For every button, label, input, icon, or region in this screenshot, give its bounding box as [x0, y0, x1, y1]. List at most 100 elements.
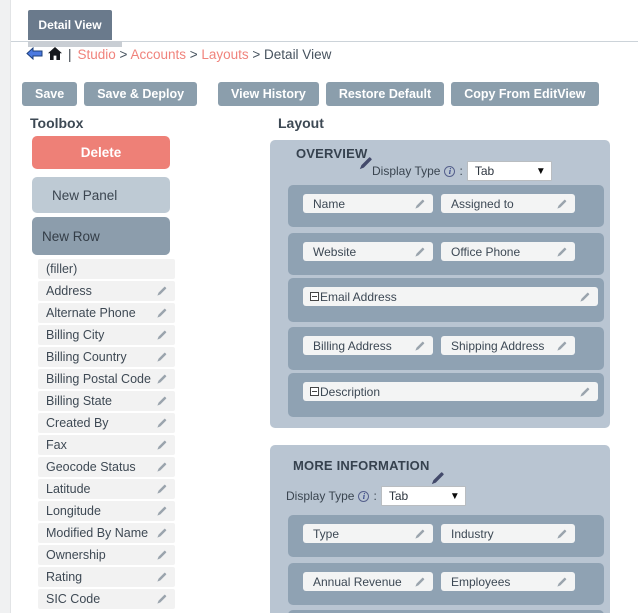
- display-type-select[interactable]: Tab ▼: [466, 161, 552, 181]
- layout-field-cell[interactable]: Type: [303, 524, 433, 543]
- toolbox-field[interactable]: Longitude: [38, 501, 175, 521]
- layout-field-cell[interactable]: Annual Revenue: [303, 572, 433, 591]
- layout-field-label: Assigned to: [451, 196, 514, 211]
- toolbox-field[interactable]: Billing Country: [38, 347, 175, 367]
- toolbox-field[interactable]: Billing Postal Code: [38, 369, 175, 389]
- edit-field-icon[interactable]: [156, 593, 168, 605]
- edit-field-icon[interactable]: [156, 351, 168, 363]
- action-button[interactable]: View History: [218, 82, 319, 106]
- toolbox-field-label: (filler): [46, 262, 78, 276]
- layout-row[interactable]: Name Assigned to: [288, 185, 604, 227]
- edit-cell-icon[interactable]: [556, 340, 568, 352]
- back-arrow-icon[interactable]: [26, 46, 43, 63]
- layout-field-cell[interactable]: Industry: [441, 524, 575, 543]
- edit-cell-icon[interactable]: [556, 576, 568, 588]
- home-icon[interactable]: [48, 46, 62, 63]
- edit-cell-icon[interactable]: [556, 528, 568, 540]
- edit-field-icon[interactable]: [156, 329, 168, 341]
- layout-field-cell[interactable]: Office Phone: [441, 242, 575, 261]
- info-icon[interactable]: i: [444, 165, 456, 177]
- toolbox-field-label: Alternate Phone: [46, 306, 136, 320]
- layout-row[interactable]: Type Industry: [288, 515, 604, 557]
- layout-field-label: Annual Revenue: [313, 574, 402, 589]
- delete-button[interactable]: Delete: [32, 136, 170, 169]
- action-button[interactable]: Copy From EditView: [451, 82, 599, 106]
- toolbox-field[interactable]: Geocode Status: [38, 457, 175, 477]
- display-type-control: Display Type i: Tab ▼: [286, 486, 466, 506]
- breadcrumb-link[interactable]: Accounts: [130, 47, 186, 62]
- edit-field-icon[interactable]: [156, 571, 168, 583]
- collapse-icon[interactable]: [310, 292, 319, 301]
- edit-cell-icon[interactable]: [414, 198, 426, 210]
- edit-field-icon[interactable]: [156, 395, 168, 407]
- edit-cell-icon[interactable]: [556, 246, 568, 258]
- edit-field-icon[interactable]: [156, 461, 168, 473]
- layout-row[interactable]: Email Address: [288, 278, 604, 322]
- collapse-icon[interactable]: [310, 387, 319, 396]
- tab-label: Detail View: [38, 18, 102, 32]
- layout-field-cell[interactable]: Billing Address: [303, 336, 433, 355]
- edit-field-icon[interactable]: [156, 417, 168, 429]
- info-icon[interactable]: i: [358, 490, 370, 502]
- layout-field-label: Website: [313, 244, 357, 259]
- display-type-colon: :: [459, 164, 463, 178]
- action-button[interactable]: Save & Deploy: [84, 82, 198, 106]
- action-button[interactable]: Restore Default: [325, 82, 445, 106]
- edit-cell-icon[interactable]: [414, 576, 426, 588]
- edit-field-icon[interactable]: [156, 373, 168, 385]
- toolbox-field[interactable]: (filler): [38, 259, 175, 279]
- edit-cell-icon[interactable]: [414, 246, 426, 258]
- new-panel-button[interactable]: New Panel: [32, 177, 170, 213]
- toolbox-field[interactable]: Created By: [38, 413, 175, 433]
- new-row-button[interactable]: New Row: [32, 217, 170, 255]
- layout-row[interactable]: Website Office Phone: [288, 233, 604, 275]
- layout-field-cell[interactable]: Shipping Address: [441, 336, 575, 355]
- layout-field-label: Industry: [451, 526, 494, 541]
- edit-field-icon[interactable]: [156, 527, 168, 539]
- toolbox-field-label: Latitude: [46, 482, 91, 496]
- layout-field-cell[interactable]: Description: [303, 382, 598, 401]
- toolbox-field[interactable]: SIC Code: [38, 589, 175, 609]
- action-button[interactable]: Save: [22, 82, 78, 106]
- toolbox-field[interactable]: Fax: [38, 435, 175, 455]
- layout-row[interactable]: Annual Revenue Employees: [288, 563, 604, 605]
- edit-panel-icon[interactable]: [430, 470, 446, 486]
- toolbox-field[interactable]: Alternate Phone: [38, 303, 175, 323]
- toolbox-field-list: (filler) Address Alternate Phone Billing Ci…: [38, 259, 175, 611]
- toolbox-field[interactable]: Ownership: [38, 545, 175, 565]
- edit-field-icon[interactable]: [156, 483, 168, 495]
- layout-field-cell[interactable]: Assigned to: [441, 194, 575, 213]
- layout-field-cell[interactable]: Employees: [441, 572, 575, 591]
- edit-field-icon[interactable]: [156, 549, 168, 561]
- edit-field-icon[interactable]: [156, 505, 168, 517]
- toolbox-field[interactable]: Address: [38, 281, 175, 301]
- layout-field-cell[interactable]: Email Address: [303, 287, 598, 306]
- history-actions: View History Restore Default Copy From Edi…: [218, 82, 599, 106]
- edit-cell-icon[interactable]: [579, 386, 591, 398]
- layout-field-cell[interactable]: Website: [303, 242, 433, 261]
- toolbox-field[interactable]: Billing City: [38, 325, 175, 345]
- display-type-select[interactable]: Tab ▼: [380, 486, 466, 506]
- edit-field-icon[interactable]: [156, 439, 168, 451]
- display-type-label: Display Type: [286, 489, 355, 503]
- edit-cell-icon[interactable]: [414, 340, 426, 352]
- layout-field-label: Shipping Address: [451, 338, 545, 353]
- toolbox-field[interactable]: Billing State: [38, 391, 175, 411]
- tab-detail-view[interactable]: Detail View: [28, 10, 112, 40]
- toolbox-field[interactable]: Latitude: [38, 479, 175, 499]
- breadcrumb-link[interactable]: Studio: [78, 47, 116, 62]
- layout-field-cell[interactable]: Name: [303, 194, 433, 213]
- edit-field-icon[interactable]: [156, 307, 168, 319]
- toolbox-field[interactable]: Modified By Name: [38, 523, 175, 543]
- edit-cell-icon[interactable]: [556, 198, 568, 210]
- breadcrumb-link[interactable]: Layouts: [201, 47, 248, 62]
- toolbox-field[interactable]: Rating: [38, 567, 175, 587]
- layout-field-label: Name: [313, 196, 346, 211]
- toolbox-field-label: Billing Country: [46, 350, 127, 364]
- edit-cell-icon[interactable]: [414, 528, 426, 540]
- edit-field-icon[interactable]: [156, 285, 168, 297]
- layout-row[interactable]: Billing Address Shipping Address: [288, 327, 604, 370]
- toolbox-field-label: Created By: [46, 416, 109, 430]
- edit-cell-icon[interactable]: [579, 291, 591, 303]
- layout-row[interactable]: Description: [288, 373, 604, 417]
